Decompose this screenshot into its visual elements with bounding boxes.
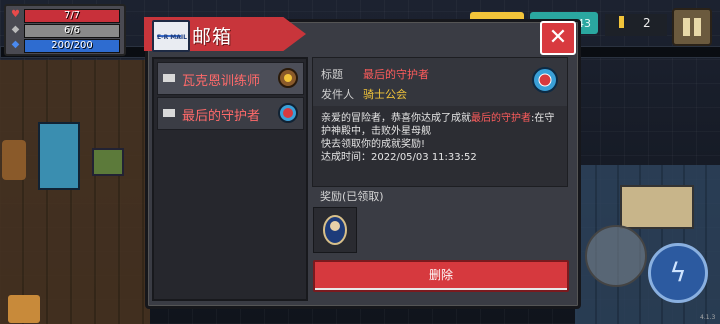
guardian-badge-icon [278,103,298,123]
mail-icon-text: E-R MAIL [157,34,187,41]
achievement-time: 达成时间：2022/05/03 11:33:52 [321,152,477,163]
armor-bar: 6/6 [24,24,120,38]
guardian-emblem-icon [532,67,558,93]
energy-icon: ◆ [11,39,20,50]
body-line3: 快去领取你的成就奖励! [321,139,426,150]
weapon-swap-button[interactable] [585,225,647,287]
pause-button[interactable] [672,8,712,46]
floor-left [0,60,150,324]
mail-meta: 标题 最后的守护者 发件人 骑士公会 [313,58,567,106]
hp-bar: 7/7 [24,9,120,23]
mailbox-title: 邮箱 [192,26,233,48]
npc-character [2,140,26,180]
shield-icon: ◆ [11,24,20,35]
delete-button[interactable]: 删除 [313,260,569,292]
mail-item[interactable]: 瓦克恩训练师 [157,62,304,95]
vending-machine [38,122,80,190]
mail-item[interactable]: 最后的守护者 [157,97,304,130]
mail-list: 瓦克恩训练师 最后的守护者 [152,57,308,301]
envelope-icon [163,109,175,117]
reward-slot[interactable] [313,207,357,253]
subject-value: 最后的守护者 [363,68,429,81]
skill-lightning-button[interactable]: ϟ [648,243,708,303]
subject-label: 标题 [321,68,343,81]
energy-bar: 200/200 [24,39,120,53]
mail-item-label: 最后的守护者 [182,109,261,124]
close-button[interactable]: ✕ [540,21,576,55]
mail-body: 亲爱的冒险者，恭喜你达成了成就最后的守护者:在守护神殿中，击败外星母舰 快去领取… [321,112,561,164]
body-prefix: 亲爱的冒险者，恭喜你达成了成就 [321,113,471,124]
crate [92,148,124,176]
heart-icon: ♥ [11,9,20,20]
mail-icon: E-R MAIL [152,20,190,52]
mail-detail: 标题 最后的守护者 发件人 骑士公会 亲爱的冒险者，恭喜你达成了成就最后的守护者… [312,57,568,187]
key-count: 2 [643,16,651,30]
sender-value: 骑士公会 [363,88,407,101]
reward-item-icon [323,215,347,245]
player-stats-panel: ♥ 7/7 ◆ 6/6 ◆ 200/200 [4,4,126,56]
trainer-badge-icon [278,68,298,88]
coin-icon [619,16,624,28]
envelope-icon [163,74,175,82]
pet-character [8,295,40,323]
hud-key-panel: 2 [605,14,667,36]
lightning-icon: ϟ [669,258,687,288]
workbench [620,185,694,229]
reward-label: 奖励(已领取) [320,190,384,203]
mail-item-label: 瓦克恩训练师 [182,74,261,89]
body-highlight: 最后的守护者 [471,113,531,124]
sender-label: 发件人 [321,88,354,101]
version-label: 4.1.3 [700,314,716,321]
